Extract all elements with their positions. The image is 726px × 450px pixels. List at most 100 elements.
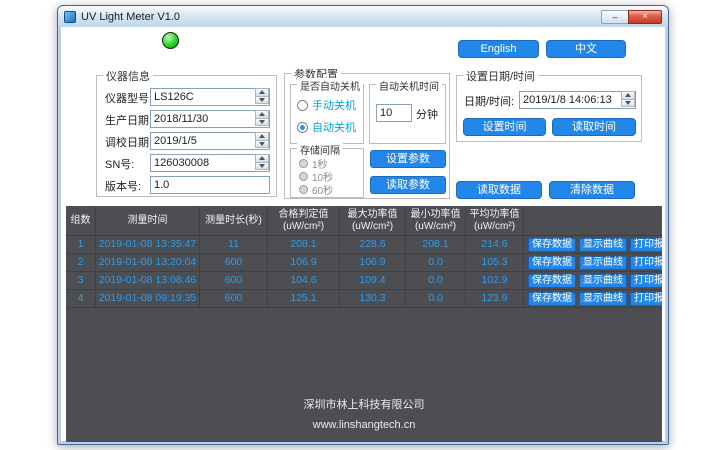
- version-field-wrap: [150, 175, 270, 193]
- print-report-button[interactable]: 打印报告: [630, 274, 662, 288]
- production-date-input[interactable]: [150, 110, 270, 128]
- cell-avg: 105.3: [466, 254, 524, 271]
- set-time-button[interactable]: 设置时间: [463, 118, 546, 136]
- spinner-down-icon[interactable]: [255, 163, 269, 171]
- cell-time: 2019-01-08 13:20:04: [96, 254, 200, 271]
- show-curve-button[interactable]: 显示曲线: [579, 274, 627, 288]
- spinner-up-icon[interactable]: [255, 132, 269, 141]
- spinner-up-icon[interactable]: [621, 91, 635, 100]
- cell-duration: 600: [200, 290, 268, 307]
- manual-off-radio[interactable]: 手动关机: [297, 97, 356, 113]
- close-button[interactable]: ×: [628, 10, 662, 24]
- header-duration: 测量时长(秒): [200, 206, 268, 235]
- datetime-label: 日期/时间:: [464, 93, 514, 109]
- spinner-up-icon[interactable]: [255, 110, 269, 119]
- print-report-button[interactable]: 打印报告: [630, 292, 662, 306]
- manual-off-label: 手动关机: [312, 97, 356, 113]
- parameter-config-group: 参数配置 是否自动关机 手动关机 自动关机 自动关机时间 分钟: [284, 73, 450, 199]
- interval-60s-radio[interactable]: 60秒: [299, 182, 333, 197]
- print-report-button[interactable]: 打印报告: [630, 256, 662, 270]
- version-label: 版本号:: [105, 178, 141, 194]
- off-time-field-wrap: [376, 103, 412, 121]
- save-data-button[interactable]: 保存数据: [528, 238, 576, 252]
- show-curve-button[interactable]: 显示曲线: [579, 292, 627, 306]
- auto-off-time-group: 自动关机时间 分钟: [369, 84, 446, 144]
- save-data-button[interactable]: 保存数据: [528, 274, 576, 288]
- cell-qualified: 208.1: [268, 236, 340, 253]
- minimize-button[interactable]: –: [601, 10, 628, 24]
- status-led-icon: [162, 32, 179, 49]
- sn-input[interactable]: [150, 154, 270, 172]
- sn-field-wrap: [150, 153, 270, 171]
- cell-time: 2019-01-08 09:19:35: [96, 290, 200, 307]
- spinner-down-icon[interactable]: [621, 100, 635, 108]
- spinner-down-icon[interactable]: [255, 141, 269, 149]
- spinner-down-icon[interactable]: [255, 97, 269, 105]
- save-data-button[interactable]: 保存数据: [528, 256, 576, 270]
- cell-avg: 102.9: [466, 272, 524, 289]
- interval-60s-label: 60秒: [312, 182, 333, 197]
- cell-min: 0.0: [406, 290, 466, 307]
- cell-time: 2019-01-08 13:35:47: [96, 236, 200, 253]
- spinner-up-icon[interactable]: [255, 154, 269, 163]
- english-button[interactable]: English: [458, 40, 539, 58]
- auto-off-time-title: 自动关机时间: [376, 78, 442, 93]
- cell-min: 208.1: [406, 236, 466, 253]
- auto-off-radio[interactable]: 自动关机: [297, 119, 356, 135]
- model-label: 仪器型号:: [105, 90, 152, 106]
- client-area: English 中文 仪器信息 仪器型号: 生产日期: 调校日期: SN号:: [61, 27, 665, 441]
- cell-min: 0.0: [406, 272, 466, 289]
- version-input[interactable]: [150, 176, 270, 194]
- storage-interval-title: 存储间隔: [297, 142, 343, 157]
- table-row: 2 2019-01-08 13:20:04 600 106.9 106.9 0.…: [66, 254, 662, 272]
- model-field-wrap: [150, 87, 270, 105]
- datetime-group: 设置日期/时间 日期/时间: 设置时间 读取时间: [456, 75, 642, 142]
- cell-group: 2: [66, 254, 96, 271]
- read-data-button[interactable]: 读取数据: [456, 181, 542, 199]
- read-time-button[interactable]: 读取时间: [552, 118, 636, 136]
- clear-data-button[interactable]: 清除数据: [549, 181, 635, 199]
- header-actions: [524, 206, 662, 235]
- radio-icon: [297, 100, 308, 111]
- cell-avg: 214.6: [466, 236, 524, 253]
- production-date-label: 生产日期:: [105, 112, 152, 128]
- cell-avg: 123.9: [466, 290, 524, 307]
- auto-off-label: 自动关机: [312, 119, 356, 135]
- table-row: 1 2019-01-08 13:35:47 11 208.1 228.6 208…: [66, 236, 662, 254]
- header-qualified: 合格判定值(uW/cm²): [268, 206, 340, 235]
- cell-duration: 600: [200, 272, 268, 289]
- calibration-date-label: 调校日期:: [105, 134, 152, 150]
- print-report-button[interactable]: 打印报告: [630, 238, 662, 252]
- off-time-input[interactable]: [376, 104, 412, 122]
- radio-checked-icon: [297, 122, 308, 133]
- app-window: UV Light Meter V1.0 – × English 中文 仪器信息 …: [57, 5, 669, 445]
- instrument-info-title: 仪器信息: [103, 68, 153, 84]
- show-curve-button[interactable]: 显示曲线: [579, 256, 627, 270]
- radio-icon: [299, 185, 308, 194]
- spinner-down-icon[interactable]: [255, 119, 269, 127]
- window-title: UV Light Meter V1.0: [81, 11, 180, 23]
- cell-min: 0.0: [406, 254, 466, 271]
- cell-max: 130.3: [340, 290, 406, 307]
- cell-qualified: 106.9: [268, 254, 340, 271]
- calibration-date-input[interactable]: [150, 132, 270, 150]
- header-max: 最大功率值(uW/cm²): [340, 206, 406, 235]
- show-curve-button[interactable]: 显示曲线: [579, 238, 627, 252]
- chinese-button[interactable]: 中文: [546, 40, 626, 58]
- radio-icon: [299, 159, 308, 168]
- data-panel: 组数 测量时间 测量时长(秒) 合格判定值(uW/cm²) 最大功率值(uW/c…: [66, 206, 662, 442]
- minutes-label: 分钟: [416, 106, 438, 122]
- instrument-info-group: 仪器信息 仪器型号: 生产日期: 调校日期: SN号: 版本号:: [96, 75, 277, 197]
- model-input[interactable]: [150, 88, 270, 106]
- set-params-button[interactable]: 设置参数: [370, 150, 446, 168]
- datetime-title: 设置日期/时间: [463, 68, 538, 84]
- datetime-input[interactable]: [519, 91, 636, 109]
- header-avg: 平均功率值(uW/cm²): [466, 206, 524, 235]
- footer-company: 深圳市林上科技有限公司: [66, 396, 662, 412]
- read-params-button[interactable]: 读取参数: [370, 176, 446, 194]
- save-data-button[interactable]: 保存数据: [528, 292, 576, 306]
- cell-actions: 保存数据 显示曲线 打印报告: [524, 272, 662, 289]
- spinner-up-icon[interactable]: [255, 88, 269, 97]
- window-controls: – ×: [601, 10, 662, 24]
- cell-time: 2019-01-08 13:08:46: [96, 272, 200, 289]
